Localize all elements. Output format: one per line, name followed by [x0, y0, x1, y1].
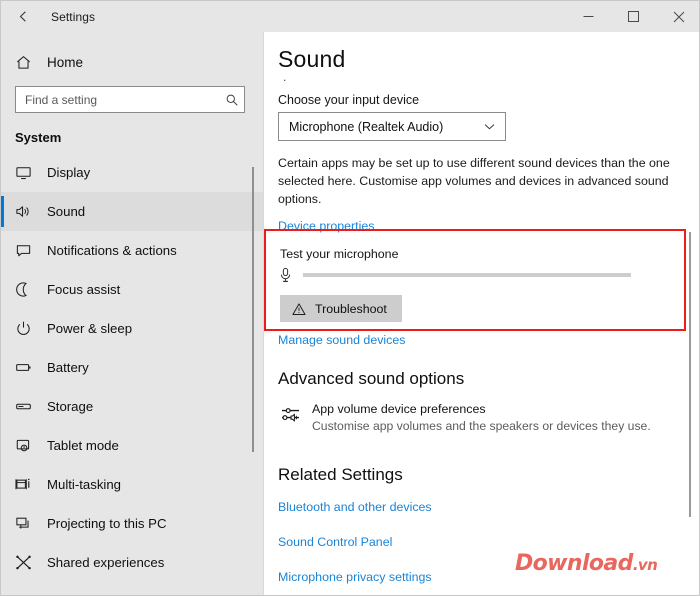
sidebar-item-battery[interactable]: Battery — [1, 348, 263, 387]
battery-icon — [15, 359, 45, 376]
chevron-down-icon — [483, 120, 496, 133]
sidebar-item-label: Tablet mode — [47, 438, 119, 453]
app-volume-text: App volume device preferences Customise … — [312, 402, 651, 433]
window-controls — [566, 1, 699, 32]
notification-icon — [15, 242, 45, 259]
manage-sound-devices-link[interactable]: Manage sound devices — [278, 333, 405, 347]
sidebar-item-storage[interactable]: Storage — [1, 387, 263, 426]
speaker-icon — [15, 203, 45, 220]
storage-icon — [15, 398, 45, 415]
microphone-privacy-settings-link[interactable]: Microphone privacy settings — [278, 570, 432, 584]
tablet-icon — [15, 437, 45, 454]
search-box[interactable] — [15, 86, 245, 113]
monitor-icon — [15, 164, 45, 181]
title-bar: Settings — [1, 1, 699, 32]
sidebar-item-tablet-mode[interactable]: Tablet mode — [1, 426, 263, 465]
device-properties-link[interactable]: Device properties — [278, 219, 374, 233]
sidebar-item-shared-experiences[interactable]: Shared experiences — [1, 543, 263, 582]
moon-icon — [15, 281, 45, 298]
search-container — [1, 80, 263, 113]
multitask-icon — [15, 476, 45, 493]
project-icon — [15, 515, 45, 532]
page-title: Sound — [278, 46, 346, 72]
watermark-name: Download — [515, 551, 633, 576]
sidebar-item-label: Storage — [47, 399, 94, 414]
power-icon — [15, 320, 45, 337]
close-button[interactable] — [656, 1, 699, 32]
sidebar-nav-list: Display Sound Notifications & actions Fo… — [1, 153, 263, 582]
sidebar-scrollbar[interactable] — [252, 32, 256, 595]
related-settings-heading: Related Settings — [278, 465, 403, 484]
main-scrollbar-thumb[interactable] — [689, 232, 691, 517]
app-volume-title: App volume device preferences — [312, 402, 486, 416]
main-content: Sound . Choose your input device Microph… — [264, 32, 699, 595]
maximize-button[interactable] — [611, 1, 656, 32]
mixer-icon — [280, 402, 312, 433]
microphone-level-row — [264, 261, 699, 283]
sidebar-item-focus-assist[interactable]: Focus assist — [1, 270, 263, 309]
search-input[interactable] — [16, 87, 244, 112]
app-volume-description: Customise app volumes and the speakers o… — [312, 419, 651, 433]
input-device-value: Microphone (Realtek Audio) — [289, 119, 444, 134]
app-volume-preferences-item[interactable]: App volume device preferences Customise … — [264, 389, 699, 433]
sidebar-item-power-sleep[interactable]: Power & sleep — [1, 309, 263, 348]
warning-triangle-icon — [292, 302, 306, 316]
input-device-label: Choose your input device — [278, 93, 420, 107]
related-link-row: Sound Control Panel — [264, 516, 699, 551]
input-device-select[interactable]: Microphone (Realtek Audio) — [278, 112, 506, 141]
close-icon — [673, 11, 685, 23]
sidebar-item-sound[interactable]: Sound — [1, 192, 263, 231]
main-scrollbar[interactable] — [689, 32, 693, 595]
sound-control-panel-link[interactable]: Sound Control Panel — [278, 535, 392, 549]
minimize-icon — [583, 11, 594, 22]
microphone-level-meter — [303, 273, 631, 277]
bluetooth-and-other-devices-link[interactable]: Bluetooth and other devices — [278, 500, 432, 514]
settings-window: Settings Home Find a setting System Disp… — [0, 0, 700, 596]
troubleshoot-row: Troubleshoot — [264, 283, 699, 322]
home-label: Home — [47, 54, 84, 70]
window-title: Settings — [51, 9, 96, 24]
sidebar-item-projecting[interactable]: Projecting to this PC — [1, 504, 263, 543]
related-link-row: Bluetooth and other devices — [264, 485, 699, 516]
maximize-icon — [628, 11, 639, 22]
sidebar-item-label: Display — [47, 165, 91, 180]
sidebar-item-home[interactable]: Home — [1, 44, 263, 80]
sidebar-scrollbar-thumb[interactable] — [252, 167, 254, 452]
troubleshoot-button[interactable]: Troubleshoot — [280, 295, 402, 322]
sidebar-item-label: Sound — [47, 204, 86, 219]
sidebar-item-label: Notifications & actions — [47, 243, 177, 258]
watermark-suffix: .vn — [632, 556, 658, 574]
troubleshoot-label: Troubleshoot — [315, 301, 387, 316]
sidebar-group-title: System — [15, 130, 62, 145]
sidebar: Home System — [1, 32, 263, 595]
sidebar-item-label: Power & sleep — [47, 321, 133, 336]
sidebar-item-label: Multi-tasking — [47, 477, 122, 492]
advanced-sound-options-heading: Advanced sound options — [278, 369, 465, 388]
input-device-container: Microphone (Realtek Audio) — [264, 112, 699, 141]
sidebar-item-label: Projecting to this PC — [47, 516, 167, 531]
home-icon — [15, 54, 45, 71]
minimize-button[interactable] — [566, 1, 611, 32]
sidebar-item-label: Battery — [47, 360, 89, 375]
sidebar-item-display[interactable]: Display — [1, 153, 263, 192]
microphone-icon — [278, 267, 300, 283]
back-button[interactable] — [1, 1, 45, 32]
device-properties-row: Device properties — [264, 208, 699, 235]
sound-description: Certain apps may be set up to use differ… — [278, 156, 670, 206]
search-icon[interactable] — [225, 87, 239, 112]
sidebar-item-multi-tasking[interactable]: Multi-tasking — [1, 465, 263, 504]
manage-sound-devices-row: Manage sound devices — [264, 322, 699, 349]
test-microphone-label: Test your microphone — [280, 247, 399, 261]
sidebar-item-notifications[interactable]: Notifications & actions — [1, 231, 263, 270]
sidebar-item-label: Shared experiences — [47, 555, 165, 570]
sidebar-item-label: Focus assist — [47, 282, 121, 297]
back-arrow-icon — [16, 9, 31, 24]
share-icon — [15, 554, 45, 571]
page-subtitle-dot: . — [283, 70, 287, 84]
watermark: Download.vn — [515, 551, 658, 576]
